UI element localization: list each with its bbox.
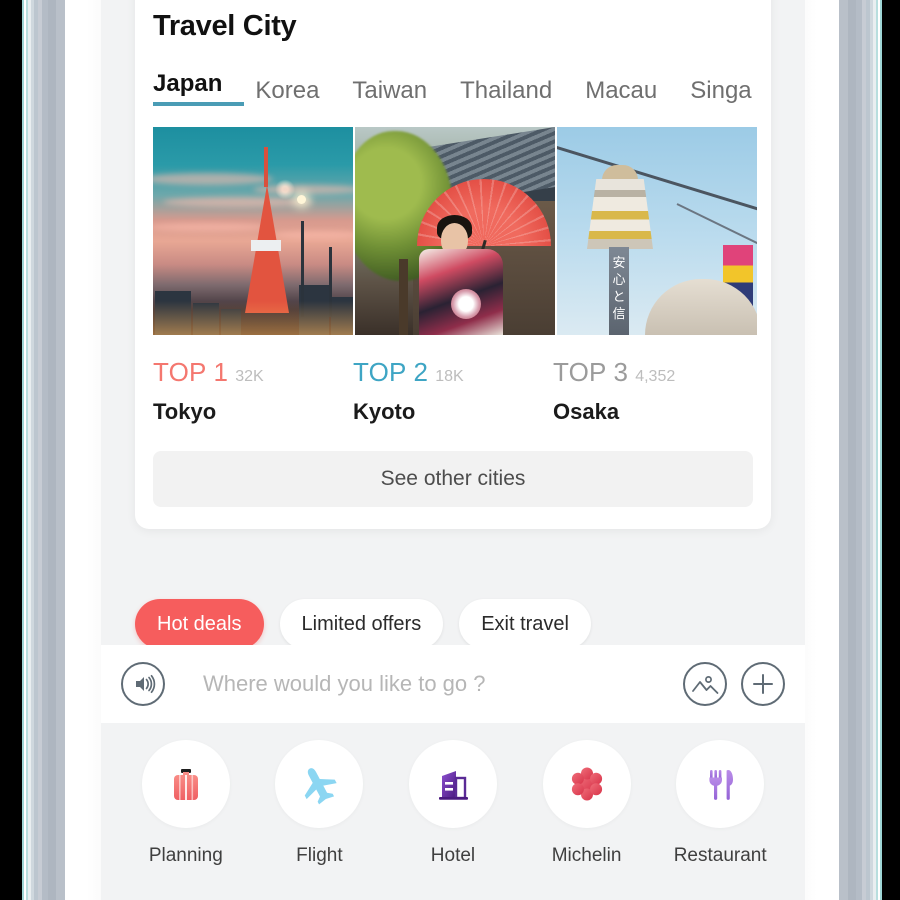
image-upload-button[interactable] <box>683 662 727 706</box>
device-edge-fade-right <box>799 0 839 900</box>
ranking-item-osaka[interactable]: TOP 3 4,352 Osaka <box>553 357 753 425</box>
travel-city-card: Travel City Japan Korea Taiwan Thailand … <box>135 0 771 529</box>
shortcut-michelin[interactable]: Michelin <box>532 740 642 867</box>
device-edge-stripes-right <box>839 0 882 900</box>
chip-exit-travel[interactable]: Exit travel <box>459 599 591 649</box>
search-bar: Where would you like to go ? <box>101 645 805 723</box>
chip-limited-offers[interactable]: Limited offers <box>279 599 444 649</box>
tab-korea[interactable]: Korea <box>255 76 352 106</box>
rank-city-name: Tokyo <box>153 399 217 424</box>
shortcut-label: Michelin <box>551 845 622 866</box>
shortcut-hotel[interactable]: Hotel <box>398 740 508 867</box>
rank-label: TOP 3 <box>553 357 629 387</box>
device-edge-fade-left <box>65 0 105 900</box>
shortcut-label: Hotel <box>430 845 476 866</box>
plus-icon <box>753 674 773 694</box>
device-bezel-left <box>0 0 22 900</box>
search-actions <box>683 662 785 706</box>
device-bezel-right <box>882 0 900 900</box>
shortcut-label: Planning <box>148 845 223 866</box>
chip-hot-deals[interactable]: Hot deals <box>135 599 264 649</box>
rank-count: 32K <box>235 368 264 385</box>
ranking-item-tokyo[interactable]: TOP 1 32K Tokyo <box>153 357 353 425</box>
rank-label: TOP 2 <box>353 357 429 387</box>
tab-japan[interactable]: Japan <box>153 69 245 106</box>
city-photo-tokyo[interactable] <box>153 127 353 335</box>
shortcut-planning[interactable]: Planning <box>131 740 241 867</box>
rank-city-name: Osaka <box>553 399 620 424</box>
rank-label: TOP 1 <box>153 357 229 387</box>
country-tab-bar[interactable]: Japan Korea Taiwan Thailand Macau Singa <box>135 43 771 106</box>
shortcut-label: Restaurant <box>673 845 767 866</box>
app-viewport: Travel City Japan Korea Taiwan Thailand … <box>101 0 805 900</box>
see-other-cities-button[interactable]: See other cities <box>153 451 753 507</box>
tab-taiwan[interactable]: Taiwan <box>352 76 460 106</box>
rank-count: 4,352 <box>635 368 676 385</box>
building-icon <box>438 771 468 800</box>
voice-wave-icon <box>136 674 156 694</box>
image-icon <box>692 676 719 694</box>
airplane-icon <box>305 768 338 805</box>
shortcut-bubble <box>408 740 497 828</box>
city-photo-osaka[interactable]: 安心と信 <box>557 127 757 335</box>
tab-thailand[interactable]: Thailand <box>460 76 585 106</box>
shortcut-bubble <box>141 740 230 828</box>
michelin-flower-icon <box>571 767 602 801</box>
shortcut-row: Planning Flight Hotel Michelin Restauran… <box>101 740 805 867</box>
tab-singapore[interactable]: Singa <box>690 76 771 106</box>
search-input[interactable]: Where would you like to go ? <box>165 671 683 697</box>
filter-chip-row: Hot deals Limited offers Exit travel <box>101 571 591 649</box>
tab-macau[interactable]: Macau <box>585 76 690 106</box>
shortcut-bubble <box>676 740 765 828</box>
rank-city-name: Kyoto <box>353 399 416 424</box>
shortcut-restaurant[interactable]: Restaurant <box>665 740 775 867</box>
shortcut-bubble <box>542 740 631 828</box>
shortcut-bubble <box>275 740 364 828</box>
fork-knife-icon <box>709 770 734 800</box>
city-photo-strip: 安心と信 <box>153 127 757 335</box>
shortcut-flight[interactable]: Flight <box>264 740 374 867</box>
add-button[interactable] <box>741 662 785 706</box>
city-photo-kyoto[interactable] <box>355 127 555 335</box>
shortcut-label: Flight <box>296 845 343 866</box>
voice-search-button[interactable] <box>121 662 165 706</box>
page-title: Travel City <box>153 10 297 42</box>
rank-count: 18K <box>435 368 464 385</box>
device-edge-stripes-left <box>22 0 65 900</box>
city-ranking-row: TOP 1 32K Tokyo TOP 2 18K Kyoto TOP 3 4,… <box>153 357 757 425</box>
ranking-item-kyoto[interactable]: TOP 2 18K Kyoto <box>353 357 553 425</box>
device-screenshot: Travel City Japan Korea Taiwan Thailand … <box>0 0 900 900</box>
suitcase-icon <box>173 769 198 800</box>
